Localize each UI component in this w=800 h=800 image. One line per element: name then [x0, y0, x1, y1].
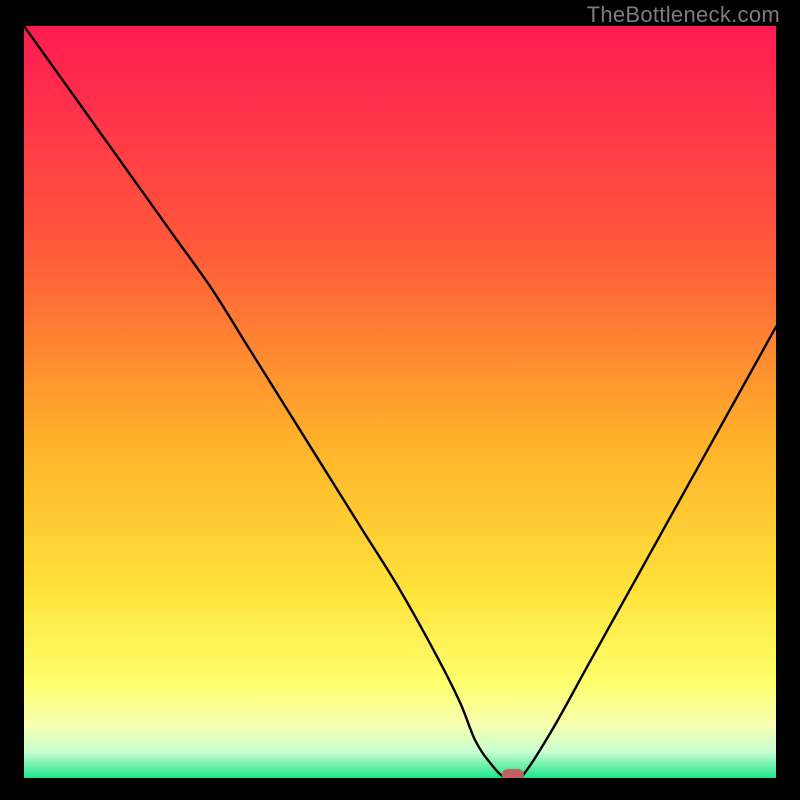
chart-frame: TheBottleneck.com	[0, 0, 800, 800]
watermark-text: TheBottleneck.com	[587, 2, 780, 28]
gradient-background	[24, 26, 776, 778]
optimal-marker	[502, 769, 524, 778]
plot-area	[24, 26, 776, 778]
chart-svg	[24, 26, 776, 778]
